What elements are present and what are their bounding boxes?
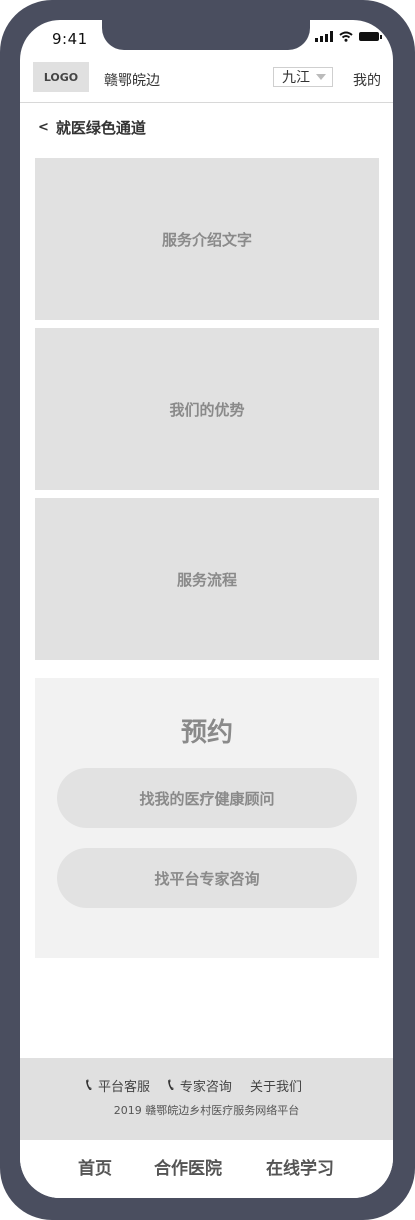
booking-panel: 预约 找我的医疗健康顾问 找平台专家咨询 bbox=[35, 678, 379, 958]
breadcrumb[interactable]: < 就医绿色通道 bbox=[38, 117, 146, 138]
tab-partner-hospitals[interactable]: 合作医院 bbox=[154, 1154, 222, 1179]
mine-link[interactable]: 我的 bbox=[353, 70, 381, 90]
back-icon[interactable]: < bbox=[38, 120, 49, 135]
section-label: 服务流程 bbox=[176, 570, 237, 589]
bottom-tab-bar: 首页 合作医院 在线学习 bbox=[20, 1140, 393, 1198]
signal-icon bbox=[315, 31, 333, 42]
top-navbar: LOGO 赣鄂皖边 九江 我的 bbox=[20, 62, 393, 103]
tab-home[interactable]: 首页 bbox=[78, 1154, 112, 1179]
footer: 📞︎ 平台客服 📞︎ 专家咨询 关于我们 2019 赣鄂皖边乡村医疗服务网络平台 bbox=[20, 1058, 393, 1140]
service-intro-section: 服务介绍文字 bbox=[35, 158, 379, 320]
phone-icon: 📞︎ bbox=[86, 1075, 92, 1095]
phone-icon: 📞︎ bbox=[167, 1075, 174, 1095]
footer-link-customer-service[interactable]: 平台客服 bbox=[98, 1076, 150, 1095]
page-title: 就医绿色通道 bbox=[55, 119, 146, 137]
advantages-section: 我们的优势 bbox=[35, 328, 379, 490]
city-select-value: 九江 bbox=[282, 70, 310, 86]
section-label: 服务介绍文字 bbox=[161, 230, 252, 249]
notch bbox=[102, 20, 310, 50]
brand-name: 赣鄂皖边 bbox=[104, 73, 160, 89]
chevron-down-icon bbox=[316, 74, 326, 80]
service-process-section: 服务流程 bbox=[35, 498, 379, 660]
booking-title: 预约 bbox=[180, 718, 233, 748]
city-select[interactable]: 九江 bbox=[273, 67, 333, 87]
footer-links: 📞︎ 平台客服 📞︎ 专家咨询 关于我们 bbox=[86, 1075, 302, 1095]
battery-icon bbox=[359, 32, 382, 41]
logo[interactable]: LOGO bbox=[33, 62, 89, 92]
status-time: 9:41 bbox=[52, 30, 88, 48]
find-health-advisor-button[interactable]: 找我的医疗健康顾问 bbox=[57, 768, 357, 828]
phone-screen: 9:41 LOGO 赣鄂皖边 九江 我的 < 就医绿色通道 服务介绍文字 我们的… bbox=[20, 20, 393, 1198]
tab-online-learning[interactable]: 在线学习 bbox=[266, 1154, 334, 1179]
wifi-icon bbox=[339, 31, 353, 42]
footer-link-expert-consult[interactable]: 专家咨询 bbox=[180, 1076, 232, 1095]
copyright-text: 2019 赣鄂皖边乡村医疗服务网络平台 bbox=[113, 1104, 300, 1117]
footer-link-about-us[interactable]: 关于我们 bbox=[250, 1076, 302, 1095]
section-label: 我们的优势 bbox=[169, 400, 245, 419]
status-icons bbox=[315, 31, 382, 42]
find-expert-consult-button[interactable]: 找平台专家咨询 bbox=[57, 848, 357, 908]
